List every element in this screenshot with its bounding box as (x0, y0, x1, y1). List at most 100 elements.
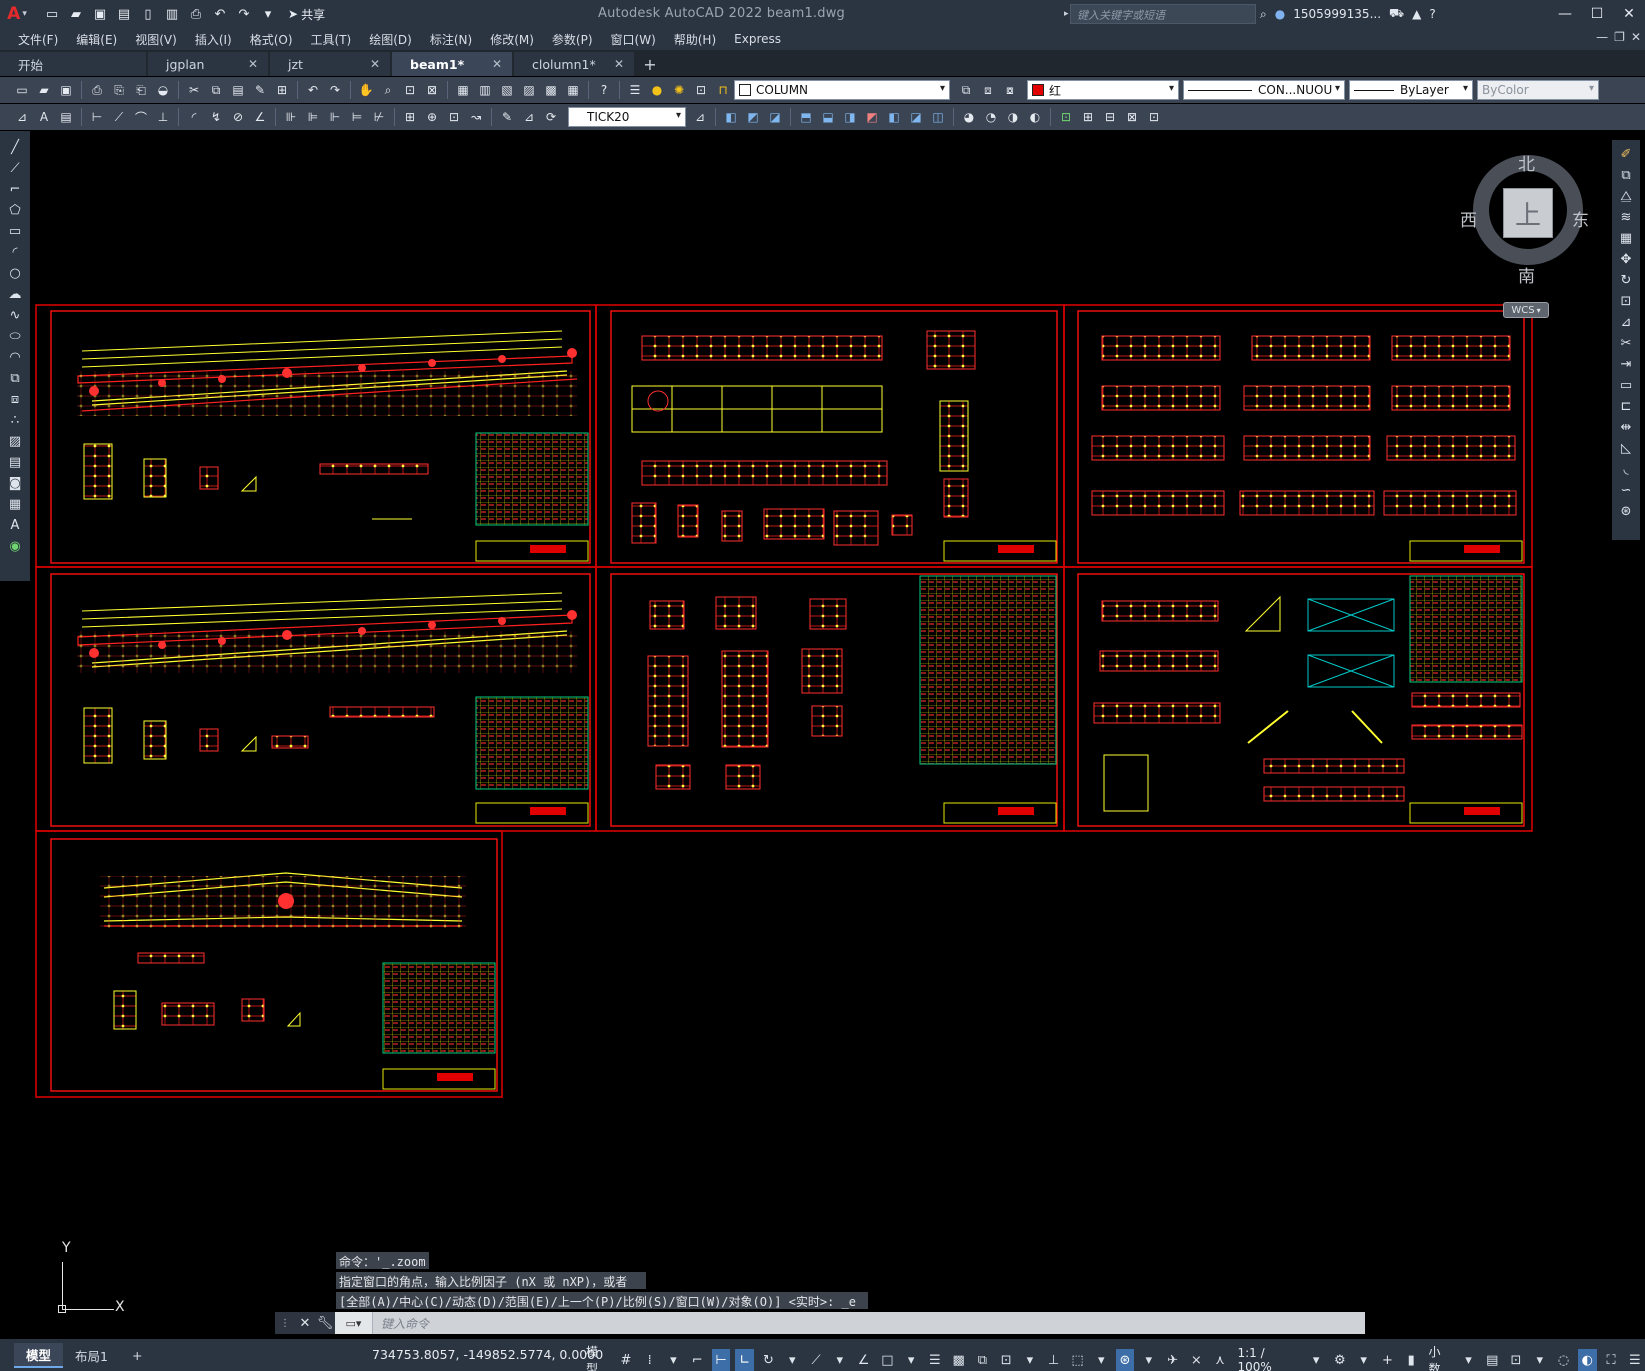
open-icon[interactable]: ▰ (34, 80, 54, 100)
annotation-scale-value[interactable]: 1:1 / 100% (1233, 1346, 1302, 1371)
save-as-icon[interactable]: ▤ (114, 4, 134, 24)
intersect-icon[interactable]: ◪ (906, 107, 926, 127)
explode-icon[interactable]: ⊛ (1615, 501, 1637, 521)
spline-icon[interactable]: ∿ (4, 305, 26, 325)
mirror-icon[interactable]: ⧋ (1615, 186, 1637, 206)
revolve-icon[interactable]: ⬓ (818, 107, 838, 127)
dimension-update-icon[interactable]: ⟳ (541, 107, 561, 127)
ucs-previous-icon[interactable]: ⊟ (1100, 107, 1120, 127)
chevron-down-icon[interactable]: ▾ (1459, 1349, 1478, 1371)
insert-block-icon[interactable]: ⧉ (4, 368, 26, 388)
share-button[interactable]: ➤ 共享 (288, 6, 325, 23)
chevron-down-icon[interactable]: ▾ (830, 1349, 849, 1371)
workspace-gear-icon[interactable]: ⚙ (1330, 1349, 1349, 1371)
offset-icon[interactable]: ≋ (1615, 207, 1637, 227)
ucs-world-icon[interactable]: ⊞ (1078, 107, 1098, 127)
open-web-icon[interactable]: ▯ (138, 4, 158, 24)
clean-screen-icon[interactable]: ⛶ (1602, 1349, 1621, 1371)
scale-icon[interactable]: ⊡ (1615, 291, 1637, 311)
autodesk-app-icon[interactable]: ▲ (1412, 7, 1421, 21)
open-icon[interactable]: ▰ (66, 4, 86, 24)
ucs-view-icon[interactable]: ⊡ (1144, 107, 1164, 127)
match-properties-icon[interactable]: ✎ (250, 80, 270, 100)
menu-tools[interactable]: 工具(T) (311, 31, 364, 48)
redo-icon[interactable]: ↷ (234, 4, 254, 24)
table-icon[interactable]: ▦ (4, 494, 26, 514)
inspection-icon[interactable]: ⊡ (444, 107, 464, 127)
materials-icon[interactable]: ◑ (1003, 107, 1023, 127)
minimize-button[interactable]: — (1549, 0, 1581, 28)
layer-previous-icon[interactable]: ⧈ (978, 80, 998, 100)
plot-preview-icon[interactable]: ⎘ (109, 80, 129, 100)
save-icon[interactable]: ▣ (56, 80, 76, 100)
markup-icon[interactable]: ▩ (541, 80, 561, 100)
add-layout-button[interactable]: + (120, 1346, 154, 1365)
wedge-icon[interactable]: ◩ (743, 107, 763, 127)
save-icon[interactable]: ▣ (90, 4, 110, 24)
cut-icon[interactable]: ✂ (184, 80, 204, 100)
layer-states-icon[interactable]: ⧇ (1000, 80, 1020, 100)
chamfer-icon[interactable]: ◺ (1615, 438, 1637, 458)
customization-icon[interactable]: ☰ (1625, 1349, 1644, 1371)
table-style-icon[interactable]: ▤ (56, 107, 76, 127)
viewcube-south[interactable]: 南 (1518, 262, 1535, 287)
close-tab-icon[interactable]: ✕ (248, 57, 258, 71)
save-web-icon[interactable]: ▥ (162, 4, 182, 24)
gradient-icon[interactable]: ▤ (4, 452, 26, 472)
make-block-icon[interactable]: ⧈ (4, 389, 26, 409)
tolerance-icon[interactable]: ⊞ (400, 107, 420, 127)
point-icon[interactable]: ∴ (4, 410, 26, 430)
chevron-down-icon[interactable]: ▾ (1021, 1349, 1040, 1371)
line-icon[interactable]: ╱ (4, 137, 26, 157)
rotate-icon[interactable]: ↻ (1615, 270, 1637, 290)
lights-icon[interactable]: ◐ (1025, 107, 1045, 127)
menu-express[interactable]: Express (734, 32, 793, 46)
angular-icon[interactable]: ∠ (250, 107, 270, 127)
subtract-icon[interactable]: ◧ (884, 107, 904, 127)
new-icon[interactable]: ▭ (12, 80, 32, 100)
erase-icon[interactable]: ✐ (1615, 144, 1637, 164)
drawing-canvas[interactable] (32, 131, 1610, 1311)
move-icon[interactable]: ✥ (1615, 249, 1637, 269)
break-at-point-icon[interactable]: ▭ (1615, 375, 1637, 395)
radius-icon[interactable]: ◜ (184, 107, 204, 127)
annotation-scale-icon[interactable]: ⋏ (1211, 1349, 1230, 1371)
lineweight-icon[interactable]: ☰ (925, 1349, 944, 1371)
arc-length-icon[interactable]: ⌒ (131, 107, 151, 127)
arc-icon[interactable]: ◜ (4, 242, 26, 262)
box-icon[interactable]: ◧ (721, 107, 741, 127)
ordinate-icon[interactable]: ⊥ (153, 107, 173, 127)
rectangle-icon[interactable]: ▭ (4, 221, 26, 241)
center-mark-icon[interactable]: ⊕ (422, 107, 442, 127)
dimstyle-dropdown[interactable]: TICK20 ▾ (568, 107, 686, 127)
extend-icon[interactable]: ⇥ (1615, 354, 1637, 374)
block-editor-icon[interactable]: ⊞ (272, 80, 292, 100)
doc-restore-button[interactable]: ❐ (1614, 30, 1625, 44)
isometric-icon[interactable]: ⟋ (807, 1349, 826, 1371)
stretch-icon[interactable]: ⊿ (1615, 312, 1637, 332)
units-value[interactable]: 小数 (1425, 1343, 1456, 1371)
chevron-down-icon[interactable]: ▾ (902, 1349, 921, 1371)
viewcube-west[interactable]: 西 (1460, 206, 1477, 231)
copy-icon[interactable]: ⧉ (206, 80, 226, 100)
copy-object-icon[interactable]: ⧉ (1615, 165, 1637, 185)
menu-view[interactable]: 视图(V) (135, 31, 189, 48)
continue-icon[interactable]: ⊩ (325, 107, 345, 127)
zoom-window-icon[interactable]: ⊡ (400, 80, 420, 100)
model-space-button[interactable]: 模型 (582, 1343, 613, 1371)
redo-icon[interactable]: ↷ (325, 80, 345, 100)
layout-tab-1[interactable]: 布局1 (63, 1344, 120, 1367)
linear-dimension-icon[interactable]: ⊢ (87, 107, 107, 127)
quick-properties-icon[interactable]: ▤ (1483, 1349, 1502, 1371)
lock-ui-icon[interactable]: ⊡ (1507, 1349, 1526, 1371)
chevron-down-icon[interactable]: ▾ (1139, 1349, 1158, 1371)
color-dropdown[interactable]: 红 ▾ (1027, 80, 1179, 100)
object-snap-tracking-icon[interactable]: ∠ (854, 1349, 873, 1371)
polyline-icon[interactable]: ⌐ (4, 179, 26, 199)
plus-icon[interactable]: + (1378, 1349, 1397, 1371)
viewcube-top-face[interactable]: 上 (1503, 188, 1553, 238)
zoom-realtime-icon[interactable]: ⌕ (378, 80, 398, 100)
ucs-face-icon[interactable]: ⊠ (1122, 107, 1142, 127)
ellipse-icon[interactable]: ⬭ (4, 326, 26, 346)
make-current-layer-icon[interactable]: ⧉ (956, 80, 976, 100)
